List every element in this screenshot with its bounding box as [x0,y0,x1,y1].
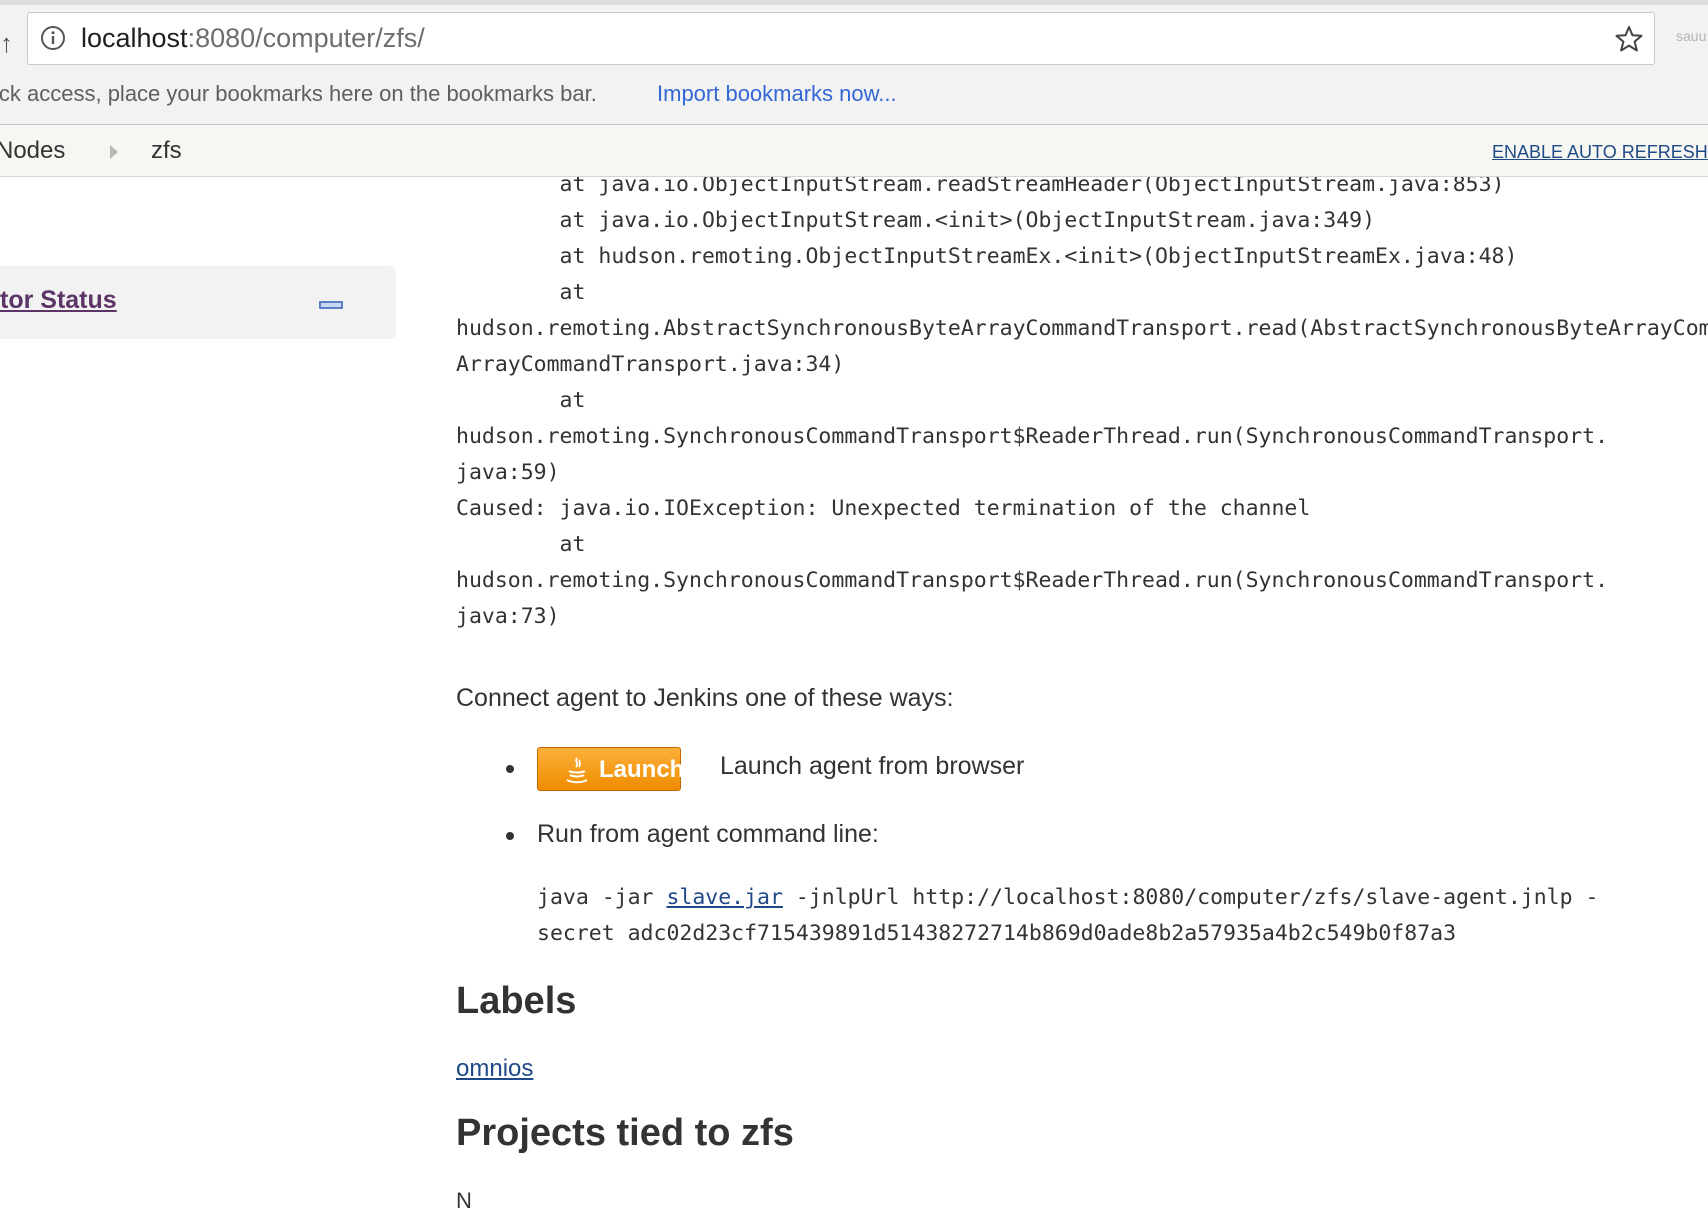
breadcrumb-separator-icon[interactable] [110,145,118,159]
executor-status-pane: tor Status [0,266,396,339]
breadcrumb: Nodes zfs ENABLE AUTO REFRESH [0,125,1708,177]
stack-trace-line: ArrayCommandTransport.java:34) [456,352,845,377]
label-link-omnios[interactable]: omnios [456,1055,533,1083]
run-from-command-line: Run from agent command line: [537,820,879,848]
stack-trace-line: at [456,388,586,413]
launch-button-label: Launch [599,756,685,783]
stack-trace-line: hudson.remoting.AbstractSynchronousByteA… [456,316,1708,341]
extension-icon[interactable]: sauu [1676,28,1706,44]
browser-chrome: ↑ localhost:8080/computer/zfs/ sauu ick … [0,0,1708,125]
tab-strip-edge [0,0,1708,5]
launch-description: Launch agent from browser [720,752,1025,780]
bookmarks-hint: ick access, place your bookmarks here on… [0,81,597,106]
stack-trace-line: Caused: java.io.IOException: Unexpected … [456,496,1311,521]
bullet-icon [506,765,514,773]
launch-button[interactable]: Launch [537,747,685,791]
connect-intro: Connect agent to Jenkins one of these wa… [456,684,954,712]
stack-trace-line: at java.io.ObjectInputStream.<init>(Obje… [456,208,1376,233]
labels-heading: Labels [456,980,577,1022]
executor-status-link[interactable]: tor Status [0,286,117,315]
agent-command: java -jar slave.jar -jnlpUrl http://loca… [537,880,1708,952]
info-icon[interactable] [40,25,66,51]
stack-trace-line: hudson.remoting.SynchronousCommandTransp… [456,568,1609,593]
stack-trace-line: java:73) [456,604,560,629]
stack-trace-line: at hudson.remoting.ObjectInputStreamEx.<… [456,244,1518,269]
bullet-icon [506,832,514,840]
stack-trace-line: hudson.remoting.SynchronousCommandTransp… [456,424,1609,449]
stack-trace-line: at [456,532,586,557]
collapse-icon[interactable] [319,301,343,309]
projects-content: N [456,1188,472,1213]
bookmark-star-icon[interactable] [1614,24,1644,54]
breadcrumb-item-nodes[interactable]: Nodes [0,137,65,165]
import-bookmarks-link[interactable]: Import bookmarks now... [657,81,897,107]
java-icon [566,757,588,784]
address-bar[interactable]: localhost:8080/computer/zfs/ [27,12,1655,65]
stack-trace-line: at [456,280,586,305]
stack-trace-clip: java.io.ObjectInputStream$PeekInputStrea… [456,150,1708,635]
stack-trace: java.io.ObjectInputStream$PeekInputStrea… [456,150,1708,635]
breadcrumb-item-zfs[interactable]: zfs [151,137,182,165]
projects-heading: Projects tied to zfs [456,1112,794,1154]
url-path: :8080/computer/zfs/ [187,23,425,53]
url-host: localhost [81,23,188,53]
slave-jar-link[interactable]: slave.jar [666,885,783,910]
enable-auto-refresh-link[interactable]: ENABLE AUTO REFRESH [1492,142,1708,163]
stack-trace-line: java:59) [456,460,560,485]
cmd-secret: secret adc02d23cf715439891d51438272714b8… [537,921,1457,946]
back-arrow-icon[interactable]: ↑ [0,28,13,59]
cmd-prefix: java -jar [537,885,667,910]
url-text[interactable]: localhost:8080/computer/zfs/ [81,23,425,54]
cmd-rest: -jnlpUrl http://localhost:8080/computer/… [782,885,1599,910]
